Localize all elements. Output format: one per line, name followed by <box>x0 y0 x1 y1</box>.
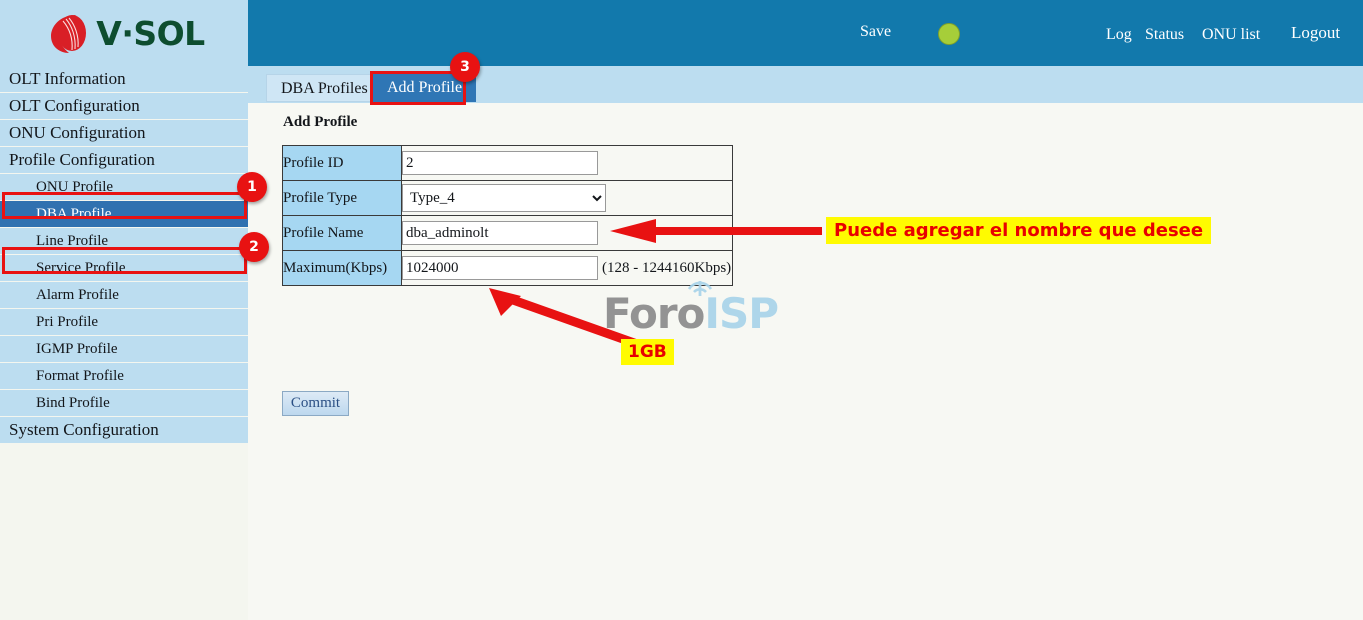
watermark-isp-text: ISP <box>704 289 779 338</box>
annotation-note-profile-name: Puede agregar el nombre que desee <box>826 217 1212 244</box>
tab-dba-profiles[interactable]: DBA Profiles <box>266 74 383 102</box>
table-row-maximum-kbps: Maximum(Kbps) (128 - 1244160Kbps) <box>282 250 733 286</box>
status-link[interactable]: Status <box>1145 26 1184 44</box>
page-title: Add Profile <box>283 114 358 130</box>
sidebar-item-line-profile[interactable]: Line Profile <box>0 228 248 254</box>
sidebar-item-pri-profile[interactable]: Pri Profile <box>0 309 248 335</box>
log-link[interactable]: Log <box>1106 26 1132 44</box>
sidebar-item-bind-profile[interactable]: Bind Profile <box>0 390 248 416</box>
green-status-dot-icon <box>938 23 960 45</box>
sidebar-item-onu-configuration[interactable]: ONU Configuration <box>0 120 248 146</box>
sidebar-item-onu-profile[interactable]: ONU Profile <box>0 174 248 200</box>
sidebar-item-dba-profile[interactable]: DBA Profile <box>0 201 248 227</box>
annotation-note-maximum: 1GB <box>621 339 674 365</box>
logout-link[interactable]: Logout <box>1291 23 1340 43</box>
sidebar-item-profile-configuration[interactable]: Profile Configuration <box>0 147 248 173</box>
table-row-profile-name: Profile Name <box>282 215 733 251</box>
sidebar-nav: OLT Information OLT Configuration ONU Co… <box>0 66 248 444</box>
vsol-leaf-icon <box>47 11 89 55</box>
profile-name-label: Profile Name <box>282 215 402 251</box>
profile-type-label: Profile Type <box>282 180 402 216</box>
sidebar-item-system-configuration[interactable]: System Configuration <box>0 417 248 443</box>
olt-web-management-page: V·SOL Save Log Status ONU list Logout OL… <box>0 0 1363 620</box>
profile-id-label: Profile ID <box>282 145 402 181</box>
table-row-profile-id: Profile ID <box>282 145 733 181</box>
sidebar-item-service-profile[interactable]: Service Profile <box>0 255 248 281</box>
foroisp-watermark: ForoISP <box>603 281 779 338</box>
brand-logo: V·SOL <box>47 11 205 55</box>
maximum-kbps-label: Maximum(Kbps) <box>282 250 402 286</box>
step-badge-2: 2 <box>239 232 269 262</box>
save-link[interactable]: Save <box>860 23 891 41</box>
commit-button[interactable]: Commit <box>282 391 349 416</box>
profile-id-input[interactable] <box>402 151 598 175</box>
tab-bar: DBA Profiles Add Profile <box>248 66 1363 103</box>
maximum-kbps-cell: (128 - 1244160Kbps) <box>401 250 733 286</box>
profile-type-select[interactable]: Type_4 <box>402 184 606 212</box>
profile-name-input[interactable] <box>402 221 598 245</box>
maximum-kbps-input[interactable] <box>402 256 598 280</box>
sidebar-item-olt-information[interactable]: OLT Information <box>0 66 248 92</box>
step-badge-1: 1 <box>237 172 267 202</box>
sidebar-item-igmp-profile[interactable]: IGMP Profile <box>0 336 248 362</box>
profile-id-cell <box>401 145 733 181</box>
sidebar-item-olt-configuration[interactable]: OLT Configuration <box>0 93 248 119</box>
onu-list-link[interactable]: ONU list <box>1202 26 1260 44</box>
antenna-icon <box>687 281 713 296</box>
add-profile-form: Profile ID Profile Type Type_4 Profile N… <box>282 145 733 286</box>
profile-type-cell: Type_4 <box>401 180 733 216</box>
top-header-bar: Save Log Status ONU list Logout <box>248 0 1363 66</box>
step-badge-3: 3 <box>450 52 480 82</box>
maximum-kbps-range-hint: (128 - 1244160Kbps) <box>602 259 732 276</box>
table-row-profile-type: Profile Type Type_4 <box>282 180 733 216</box>
brand-logo-panel: V·SOL <box>0 0 248 66</box>
main-content: Add Profile Profile ID Profile Type Type… <box>248 103 1363 620</box>
profile-name-cell <box>401 215 733 251</box>
brand-logo-text: V·SOL <box>96 13 205 53</box>
sidebar-item-format-profile[interactable]: Format Profile <box>0 363 248 389</box>
sidebar-item-alarm-profile[interactable]: Alarm Profile <box>0 282 248 308</box>
